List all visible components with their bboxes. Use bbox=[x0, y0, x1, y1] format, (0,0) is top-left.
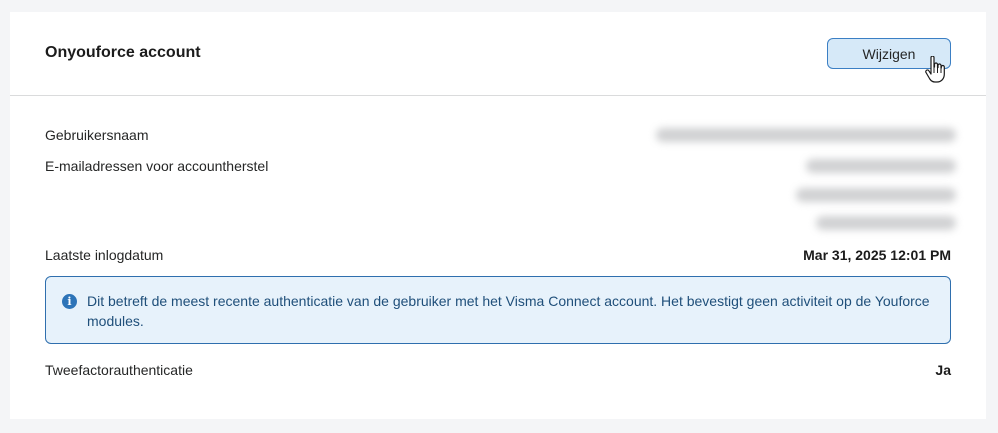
hand-pointer-icon bbox=[925, 56, 945, 83]
two-factor-label: Tweefactorauthenticatie bbox=[45, 362, 193, 378]
two-factor-value: Ja bbox=[935, 362, 951, 378]
account-card: Onyouforce account Wijzigen Gebruikersna… bbox=[10, 12, 986, 419]
info-text: Dit betreft de meest recente authenticat… bbox=[87, 293, 930, 329]
username-label: Gebruikersnaam bbox=[45, 127, 149, 143]
recovery-emails-label: E-mailadressen voor accountherstel bbox=[45, 158, 269, 174]
info-icon: i bbox=[62, 294, 77, 309]
username-value-redacted bbox=[656, 128, 956, 142]
last-login-value: Mar 31, 2025 12:01 PM bbox=[803, 247, 951, 263]
recovery-email-redacted bbox=[816, 216, 956, 230]
info-alert: i Dit betreft de meest recente authentic… bbox=[45, 276, 951, 344]
card-title: Onyouforce account bbox=[45, 44, 201, 61]
recovery-email-redacted bbox=[806, 159, 956, 173]
card-header: Onyouforce account Wijzigen bbox=[10, 12, 986, 96]
recovery-email-redacted bbox=[796, 188, 956, 202]
last-login-label: Laatste inlogdatum bbox=[45, 247, 164, 263]
